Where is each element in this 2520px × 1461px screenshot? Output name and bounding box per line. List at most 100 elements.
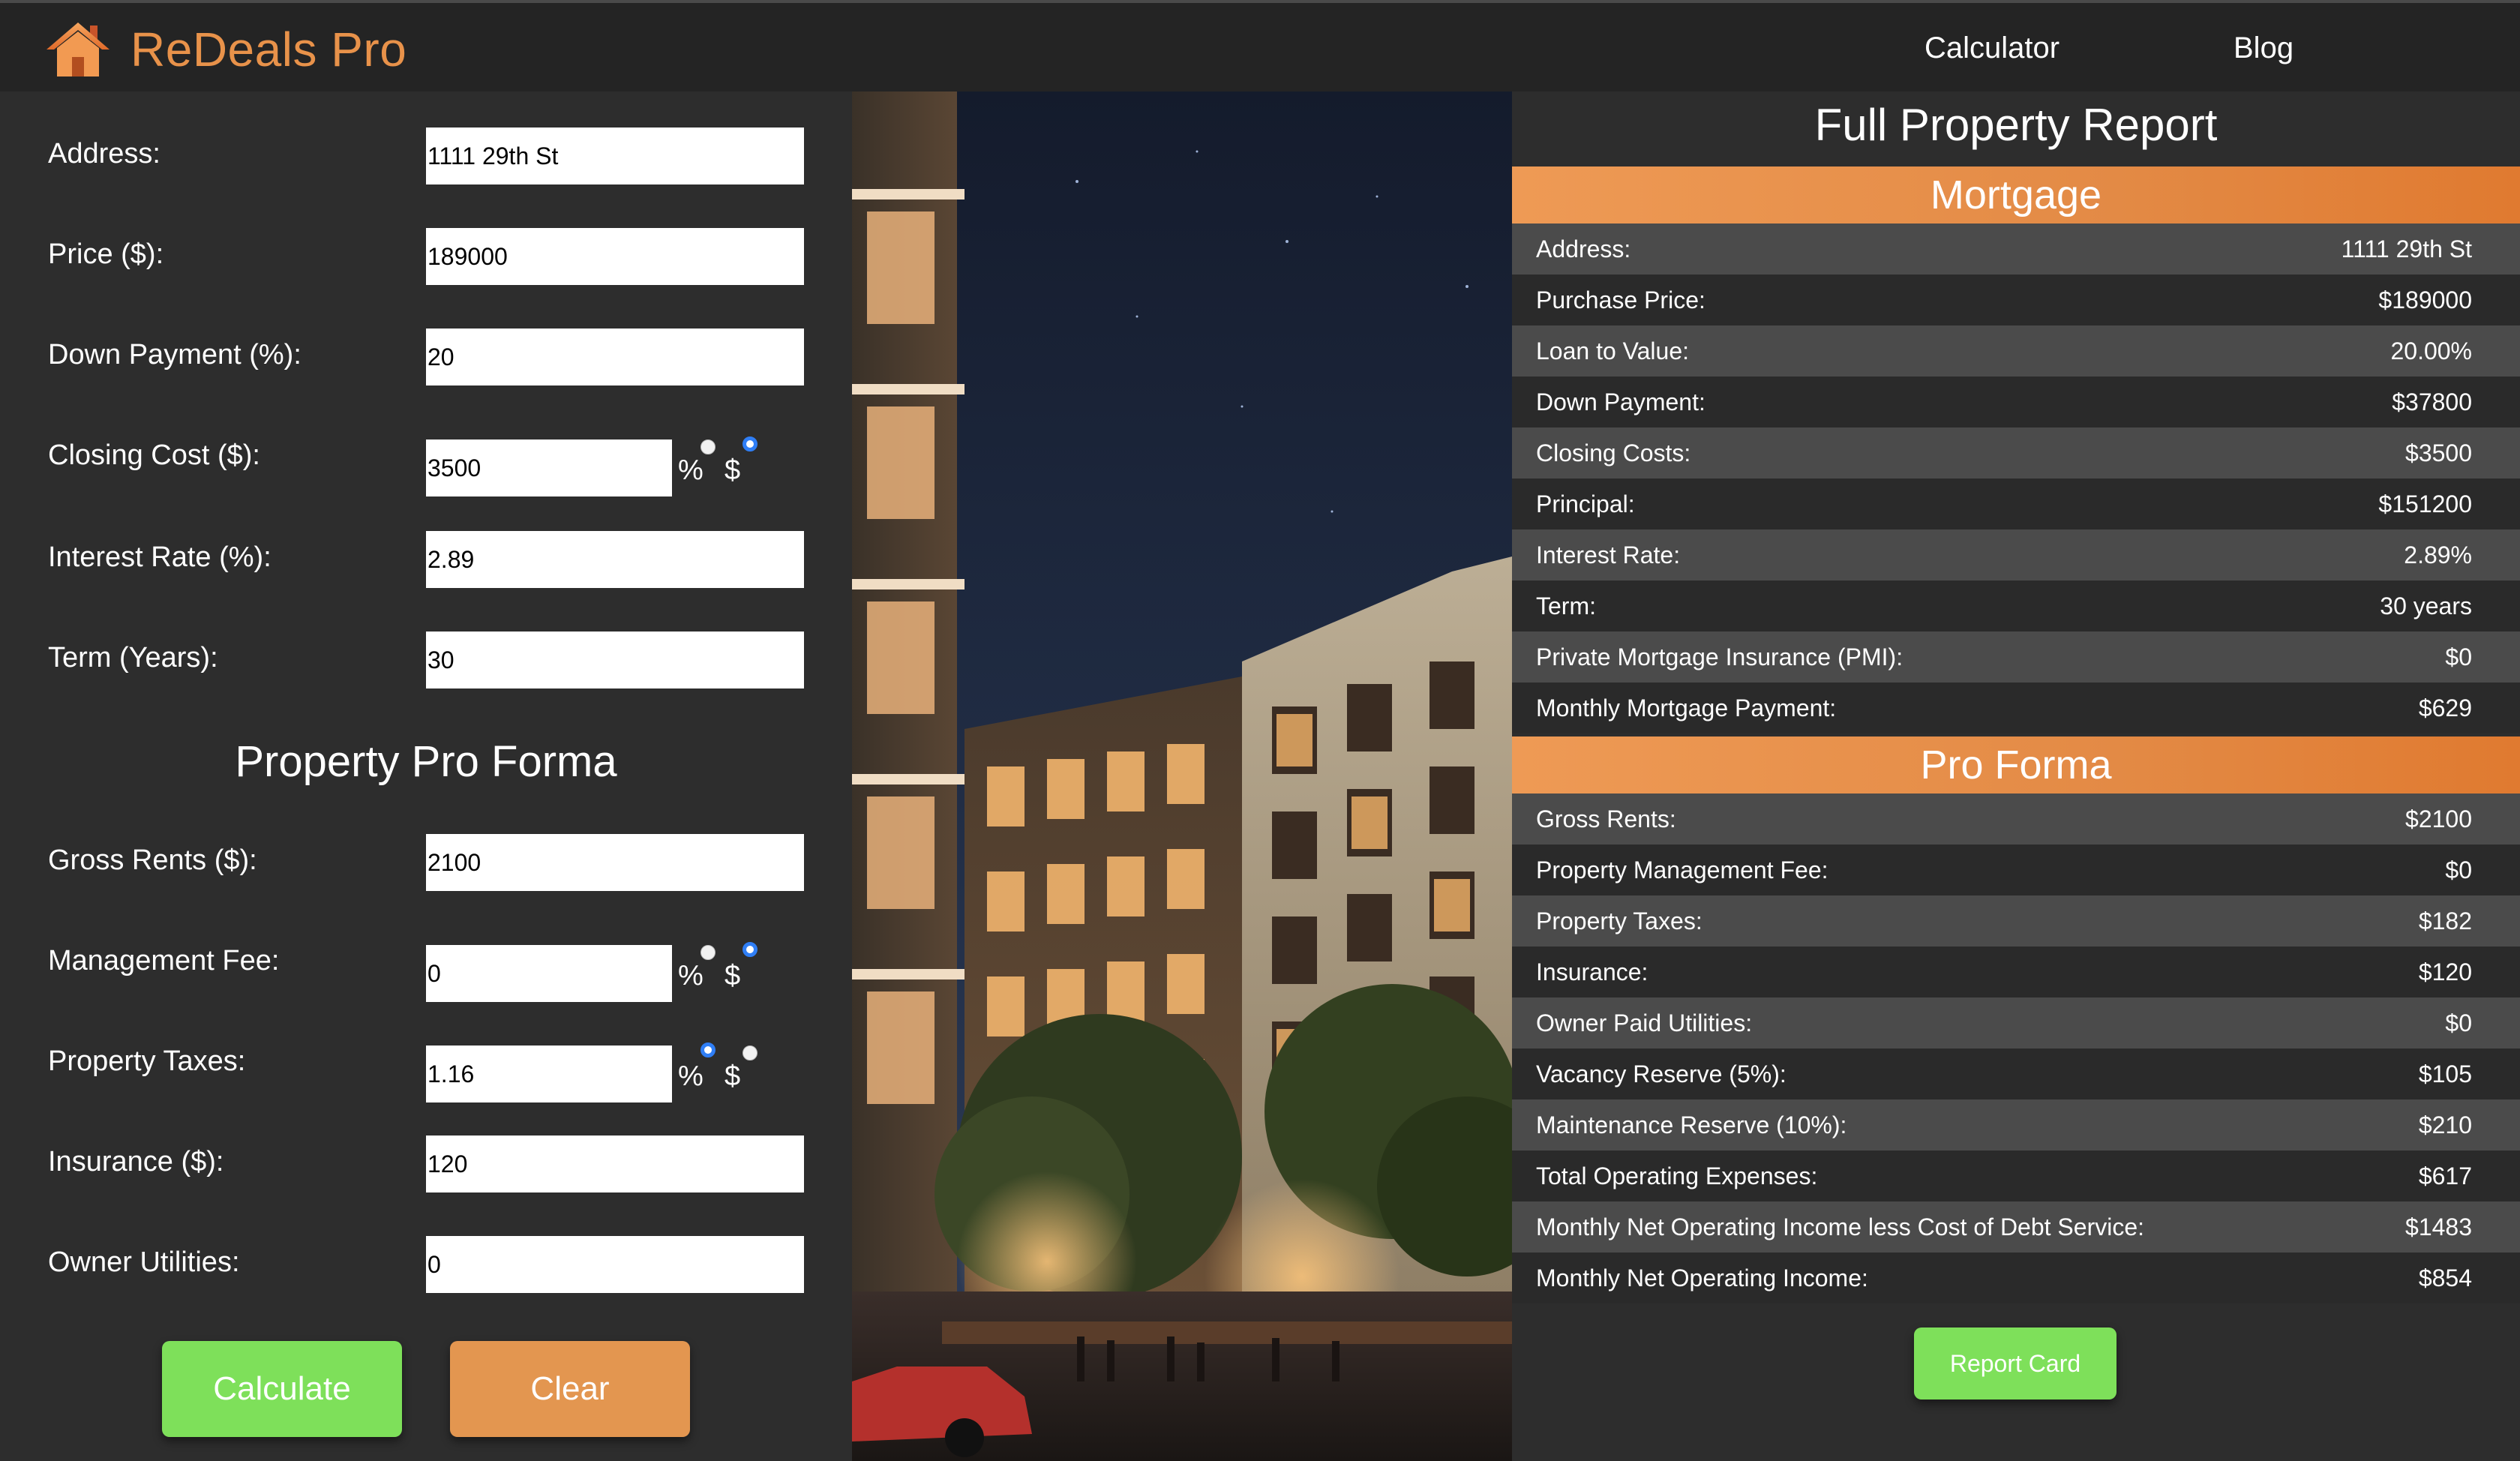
owner-utilities-input[interactable] <box>426 1236 804 1293</box>
property-taxes-label: Property Taxes: <box>48 1046 246 1077</box>
mortgage-heading: Mortgage <box>1512 166 2520 224</box>
insurance-input[interactable] <box>426 1136 804 1192</box>
row-label: Down Payment: <box>1536 388 1706 416</box>
row-label: Vacancy Reserve (5%): <box>1536 1060 1786 1088</box>
table-row: Vacancy Reserve (5%): $105 <box>1512 1048 2520 1100</box>
address-label: Address: <box>48 138 160 170</box>
row-value: $0 <box>2445 644 2472 670</box>
row-value: $0 <box>2445 1010 2472 1036</box>
row-label: Monthly Mortgage Payment: <box>1536 694 1837 722</box>
table-row: Property Taxes: $182 <box>1512 896 2520 946</box>
table-row: Insurance: $120 <box>1512 946 2520 998</box>
property-taxes-dollar-radio[interactable] <box>742 1046 758 1060</box>
property-report: Full Property Report Mortgage Address: 11… <box>1512 92 2520 1461</box>
row-label: Gross Rents: <box>1536 806 1676 832</box>
property-taxes-percent-radio[interactable] <box>700 1042 716 1058</box>
pro-forma-heading: Property Pro Forma <box>235 737 617 786</box>
mortgage-table: Address: 1111 29th St Purchase Price: $189… <box>1512 224 2520 734</box>
row-label: Property Taxes: <box>1536 908 1702 934</box>
row-label: Term: <box>1536 592 1596 620</box>
brand-name: ReDeals Pro <box>130 22 407 76</box>
row-label: Total Operating Expenses: <box>1536 1162 1818 1190</box>
table-row: Down Payment: $37800 <box>1512 376 2520 428</box>
closing-cost-unit-toggle: % $ <box>678 436 768 496</box>
calculator-form: Address: Price ($): Down Payment (%): Cl… <box>0 92 852 1461</box>
house-icon <box>46 22 110 76</box>
row-value: $120 <box>2418 958 2472 986</box>
insurance-label: Insurance ($): <box>48 1146 224 1178</box>
dollar-unit-label: $ <box>724 454 741 486</box>
row-label: Monthly Net Operating Income: <box>1536 1264 1868 1292</box>
percent-unit-label: % <box>678 1060 704 1092</box>
table-row: Principal: $151200 <box>1512 478 2520 530</box>
row-value: $3500 <box>2405 440 2472 466</box>
dollar-unit-label: $ <box>724 960 741 992</box>
row-value: 2.89% <box>2404 542 2472 568</box>
clear-button[interactable]: Clear <box>450 1341 690 1437</box>
management-fee-unit-toggle: % $ <box>678 942 768 1002</box>
table-row: Gross Rents: $2100 <box>1512 794 2520 844</box>
management-fee-input[interactable] <box>426 945 672 1002</box>
management-fee-percent-radio[interactable] <box>700 945 716 960</box>
price-label: Price ($): <box>48 238 164 270</box>
management-fee-label: Management Fee: <box>48 945 280 976</box>
interest-rate-label: Interest Rate (%): <box>48 542 272 573</box>
row-label: Closing Costs: <box>1536 440 1691 466</box>
property-taxes-unit-toggle: % $ <box>678 1042 768 1102</box>
row-value: $151200 <box>2378 490 2472 518</box>
table-row: Maintenance Reserve (10%): $210 <box>1512 1100 2520 1150</box>
closing-cost-dollar-radio[interactable] <box>742 436 758 452</box>
row-label: Interest Rate: <box>1536 542 1681 568</box>
row-label: Purchase Price: <box>1536 286 1706 314</box>
row-value: $37800 <box>2392 388 2472 416</box>
row-value: $1483 <box>2405 1214 2472 1240</box>
property-taxes-input[interactable] <box>426 1046 672 1102</box>
management-fee-dollar-radio[interactable] <box>742 942 758 957</box>
table-row: Property Management Fee: $0 <box>1512 844 2520 896</box>
table-row: Term: 30 years <box>1512 580 2520 632</box>
row-value: $105 <box>2418 1060 2472 1088</box>
row-label: Maintenance Reserve (10%): <box>1536 1112 1847 1138</box>
closing-cost-percent-radio[interactable] <box>700 440 716 454</box>
row-label: Address: <box>1536 236 1631 262</box>
address-input[interactable] <box>426 128 804 184</box>
nav-calculator-link[interactable]: Calculator <box>1924 32 2060 65</box>
calculate-button[interactable]: Calculate <box>162 1341 402 1437</box>
row-label: Insurance: <box>1536 958 1648 986</box>
closing-cost-input[interactable] <box>426 440 672 496</box>
pro-forma-report-heading: Pro Forma <box>1512 736 2520 794</box>
row-label: Private Mortgage Insurance (PMI): <box>1536 644 1904 670</box>
building-photo <box>852 92 1512 1461</box>
row-value: $210 <box>2418 1112 2472 1138</box>
gross-rents-input[interactable] <box>426 834 804 891</box>
table-row: Private Mortgage Insurance (PMI): $0 <box>1512 632 2520 682</box>
table-row: Address: 1111 29th St <box>1512 224 2520 274</box>
table-row: Closing Costs: $3500 <box>1512 428 2520 478</box>
down-payment-input[interactable] <box>426 328 804 386</box>
report-title: Full Property Report <box>1814 100 2218 150</box>
row-value: $189000 <box>2378 286 2472 314</box>
dollar-unit-label: $ <box>724 1060 741 1092</box>
row-label: Monthly Net Operating Income less Cost o… <box>1536 1214 2145 1240</box>
table-row: Monthly Mortgage Payment: $629 <box>1512 682 2520 734</box>
gross-rents-label: Gross Rents ($): <box>48 844 257 876</box>
row-value: 30 years <box>2380 592 2472 620</box>
interest-rate-input[interactable] <box>426 531 804 588</box>
owner-utilities-label: Owner Utilities: <box>48 1246 240 1278</box>
term-input[interactable] <box>426 632 804 688</box>
row-label: Property Management Fee: <box>1536 856 1828 884</box>
row-value: $629 <box>2418 694 2472 722</box>
row-value: $0 <box>2445 856 2472 884</box>
brand-logo[interactable]: ReDeals Pro <box>45 21 406 78</box>
price-input[interactable] <box>426 228 804 285</box>
row-value: $617 <box>2418 1162 2472 1190</box>
table-row: Monthly Net Operating Income less Cost o… <box>1512 1202 2520 1252</box>
nav-blog-link[interactable]: Blog <box>2234 32 2294 65</box>
navbar: ReDeals Pro Calculator Blog <box>0 0 2520 92</box>
table-row: Monthly Net Operating Income: $854 <box>1512 1252 2520 1304</box>
pro-forma-table: Gross Rents: $2100 Property Management Fe… <box>1512 794 2520 1304</box>
table-row: Purchase Price: $189000 <box>1512 274 2520 326</box>
row-value: $2100 <box>2405 806 2472 832</box>
report-card-button[interactable]: Report Card <box>1914 1328 2116 1400</box>
table-row: Total Operating Expenses: $617 <box>1512 1150 2520 1202</box>
